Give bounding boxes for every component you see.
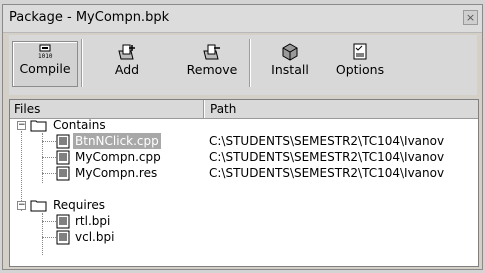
file-name: MyCompn.cpp	[75, 150, 161, 164]
package-file-icon	[56, 214, 70, 229]
file-path: C:\STUDENTS\SEMESTR2\TC104\Ivanov	[209, 150, 445, 164]
toolbar-separator	[249, 39, 251, 87]
options-icon	[353, 43, 367, 60]
options-label: Options	[335, 62, 385, 77]
folder-icon	[30, 200, 47, 212]
tree-node-label: Contains	[53, 118, 106, 132]
tree-node-label: Requires	[53, 198, 106, 212]
tree-item-file[interactable]: MyCompn.res	[56, 165, 159, 181]
remove-label: Remove	[186, 62, 238, 77]
toolbar: 1010 Compile Add Remove Install Options	[9, 35, 477, 95]
svg-text:1010: 1010	[38, 53, 53, 60]
tree-line	[42, 221, 56, 222]
remove-button[interactable]: Remove	[183, 41, 241, 85]
add-label: Add	[114, 62, 140, 77]
add-button[interactable]: Add	[105, 41, 149, 85]
tree-item-package[interactable]: rtl.bpi	[56, 213, 112, 229]
package-window: Package - MyCompn.bpk × 1010 Compile Add	[2, 4, 483, 270]
source-file-icon	[56, 134, 70, 149]
tree-line	[21, 131, 22, 211]
tree-line	[42, 213, 43, 255]
install-button[interactable]: Install	[267, 41, 313, 85]
options-button[interactable]: Options	[333, 41, 387, 85]
tree-node-requires[interactable]: Requires	[30, 197, 107, 213]
file-name: rtl.bpi	[75, 214, 111, 228]
package-tree: − Contains BtnNClick.cpp C:\STUDENTS\SEM…	[10, 117, 478, 266]
source-file-icon	[56, 150, 70, 165]
toolbar-separator	[81, 39, 83, 87]
column-divider[interactable]	[203, 100, 205, 118]
tree-item-file[interactable]: MyCompn.cpp	[56, 149, 163, 165]
tree-line	[42, 237, 56, 238]
files-column-header[interactable]: Files	[14, 102, 40, 116]
tree-line	[42, 173, 56, 174]
resource-file-icon	[56, 166, 70, 181]
tree-node-contains[interactable]: Contains	[30, 117, 108, 133]
collapse-icon: −	[18, 120, 26, 130]
close-icon: ×	[465, 11, 476, 24]
compile-label: Compile	[19, 61, 71, 76]
file-name: MyCompn.res	[75, 166, 158, 180]
add-icon	[118, 44, 135, 60]
tree-line	[42, 141, 56, 142]
compile-icon: 1010	[38, 44, 53, 60]
file-list-panel: Files Path − Contains BtnNClick.cpp C:\S…	[9, 99, 479, 267]
file-path: C:\STUDENTS\SEMESTR2\TC104\Ivanov	[209, 166, 445, 180]
compile-button[interactable]: 1010 Compile	[12, 41, 78, 87]
window-title: Package - MyCompn.bpk	[9, 10, 170, 25]
file-path: C:\STUDENTS\SEMESTR2\TC104\Ivanov	[209, 134, 445, 148]
contains-expander[interactable]: −	[17, 121, 26, 130]
file-name: vcl.bpi	[75, 230, 115, 244]
path-column-header[interactable]: Path	[210, 102, 236, 116]
tree-item-package[interactable]: vcl.bpi	[56, 229, 116, 245]
collapse-icon: −	[18, 200, 26, 210]
requires-expander[interactable]: −	[17, 201, 26, 210]
install-label: Install	[271, 62, 309, 77]
tree-item-file[interactable]: BtnNClick.cpp	[56, 133, 161, 149]
folder-icon	[30, 120, 47, 132]
title-bar[interactable]: Package - MyCompn.bpk ×	[3, 5, 482, 33]
package-file-icon	[56, 230, 70, 245]
file-name: BtnNClick.cpp	[73, 133, 161, 149]
tree-line	[42, 157, 56, 158]
install-icon	[282, 43, 298, 61]
close-button[interactable]: ×	[463, 10, 478, 25]
remove-icon	[203, 44, 220, 60]
